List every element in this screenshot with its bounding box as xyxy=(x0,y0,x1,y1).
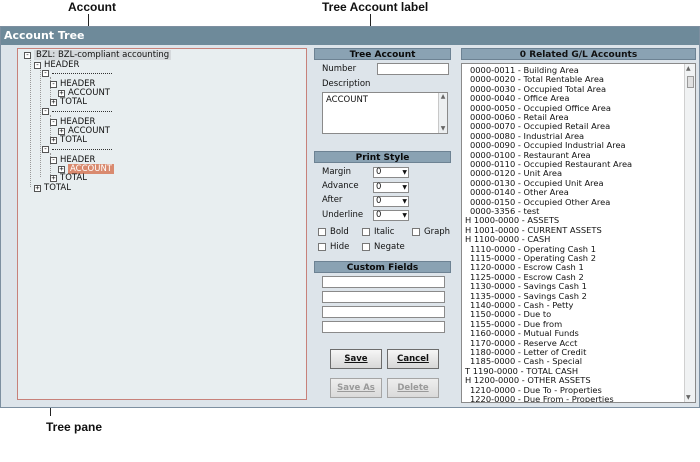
description-scrollbar[interactable]: ▲ ▼ xyxy=(438,93,447,133)
checkbox-box[interactable] xyxy=(318,242,326,251)
number-label: Number xyxy=(322,64,357,74)
separator-line xyxy=(52,73,112,74)
checkbox-box[interactable] xyxy=(362,242,370,251)
negate-checkbox[interactable]: Negate xyxy=(362,242,405,252)
cancel-button[interactable]: Cancel xyxy=(387,349,439,369)
custom-field-input-1[interactable] xyxy=(322,276,445,288)
tree-node-label: TOTAL xyxy=(44,183,71,193)
bold-checkbox[interactable]: Bold xyxy=(318,227,349,237)
scroll-down-icon[interactable]: ▼ xyxy=(686,394,691,401)
scroll-down-icon[interactable]: ▼ xyxy=(439,125,447,133)
expand-icon[interactable]: + xyxy=(50,98,57,106)
related-accounts-scrollbar[interactable]: ▲ ▼ xyxy=(684,64,695,402)
tree-node-label: TOTAL xyxy=(60,135,87,145)
triangle-down-icon: ▼ xyxy=(402,212,407,219)
tree-node-label: TOTAL xyxy=(60,97,87,107)
triangle-down-icon: ▼ xyxy=(402,198,407,205)
italic-checkbox[interactable]: Italic xyxy=(362,227,394,237)
collapse-icon[interactable]: - xyxy=(34,61,41,69)
scroll-thumb[interactable] xyxy=(687,76,694,88)
custom-field-input-3[interactable] xyxy=(322,306,445,318)
description-label: Description xyxy=(322,79,371,89)
save-button[interactable]: Save xyxy=(330,349,382,369)
custom-fields-header: Custom Fields xyxy=(314,261,451,273)
save-as-button[interactable]: Save As xyxy=(330,378,382,398)
italic-label: Italic xyxy=(374,227,395,237)
triangle-down-icon: ▼ xyxy=(402,169,407,176)
margin-select[interactable]: 0 ▼ xyxy=(373,167,409,178)
tree-node-total[interactable]: + TOTAL xyxy=(50,173,87,183)
number-input[interactable] xyxy=(377,63,449,75)
negate-label: Negate xyxy=(374,242,405,252)
scroll-up-icon[interactable]: ▲ xyxy=(686,65,691,72)
custom-field-input-2[interactable] xyxy=(322,291,445,303)
expand-icon[interactable]: + xyxy=(58,165,65,173)
checkbox-box[interactable] xyxy=(362,227,370,236)
tree-node-separator[interactable]: - xyxy=(42,107,112,117)
account-tree-window: Account Tree - BZL: BZL-compliant account… xyxy=(0,26,700,408)
gl-account-row[interactable]: 1220-0000 - Due From - Properties xyxy=(470,394,614,402)
collapse-icon[interactable]: - xyxy=(24,51,31,59)
triangle-down-icon: ▼ xyxy=(402,184,407,191)
collapse-icon[interactable]: - xyxy=(50,118,57,126)
related-accounts-header: 0 Related G/L Accounts xyxy=(461,48,696,60)
tree-node-total[interactable]: + TOTAL xyxy=(50,135,87,145)
graph-label: Graph xyxy=(424,227,451,237)
underline-label: Underline xyxy=(322,210,364,220)
tree-node-label: BZL: BZL-compliant accounting xyxy=(34,50,172,60)
tree-node-separator[interactable]: - xyxy=(42,69,112,79)
after-select[interactable]: 0 ▼ xyxy=(373,196,409,207)
expand-icon[interactable]: + xyxy=(50,174,57,182)
hide-checkbox[interactable]: Hide xyxy=(318,242,349,252)
window-title: Account Tree xyxy=(1,27,699,45)
description-value: ACCOUNT xyxy=(326,95,368,105)
print-style-header: Print Style xyxy=(314,151,451,163)
tree-node-total[interactable]: + TOTAL xyxy=(50,97,87,107)
collapse-icon[interactable]: - xyxy=(42,70,49,77)
separator-line xyxy=(52,111,112,112)
margin-label: Margin xyxy=(322,167,352,177)
callout-tree-pane: Tree pane xyxy=(46,420,103,434)
checkbox-box[interactable] xyxy=(318,227,326,236)
collapse-icon[interactable]: - xyxy=(42,108,49,115)
scroll-up-icon[interactable]: ▲ xyxy=(439,93,447,101)
tree-node-root[interactable]: - BZL: BZL-compliant accounting xyxy=(24,50,172,60)
bold-label: Bold xyxy=(330,227,349,237)
tree-node-separator[interactable]: - xyxy=(42,145,112,155)
delete-button[interactable]: Delete xyxy=(387,378,439,398)
advance-select[interactable]: 0 ▼ xyxy=(373,182,409,193)
underline-select[interactable]: 0 ▼ xyxy=(373,210,409,221)
after-label: After xyxy=(322,195,343,205)
expand-icon[interactable]: + xyxy=(58,127,65,135)
custom-field-input-4[interactable] xyxy=(322,321,445,333)
expand-icon[interactable]: + xyxy=(58,89,65,97)
advance-label: Advance xyxy=(322,181,359,191)
graph-checkbox[interactable]: Graph xyxy=(412,227,450,237)
tree-account-header: Tree Account xyxy=(314,48,451,60)
collapse-icon[interactable]: - xyxy=(50,80,57,88)
checkbox-box[interactable] xyxy=(412,227,420,236)
hide-label: Hide xyxy=(330,242,350,252)
tree-node-label: TOTAL xyxy=(60,173,87,183)
separator-line xyxy=(52,149,112,150)
collapse-icon[interactable]: - xyxy=(42,146,49,153)
tree-pane[interactable]: - BZL: BZL-compliant accounting - HEADER -… xyxy=(17,48,307,400)
tree-node-total[interactable]: + TOTAL xyxy=(34,183,71,193)
collapse-icon[interactable]: - xyxy=(50,156,57,164)
callout-tree-account-label: Tree Account label xyxy=(322,0,429,14)
expand-icon[interactable]: + xyxy=(34,184,41,192)
related-accounts-list[interactable]: ▲ ▼ 0000-0011 - Building Area 0000-0020 -… xyxy=(461,63,696,403)
expand-icon[interactable]: + xyxy=(50,136,57,144)
description-textarea[interactable]: ACCOUNT ▲ ▼ xyxy=(322,92,448,134)
callout-account: Account xyxy=(68,0,116,14)
